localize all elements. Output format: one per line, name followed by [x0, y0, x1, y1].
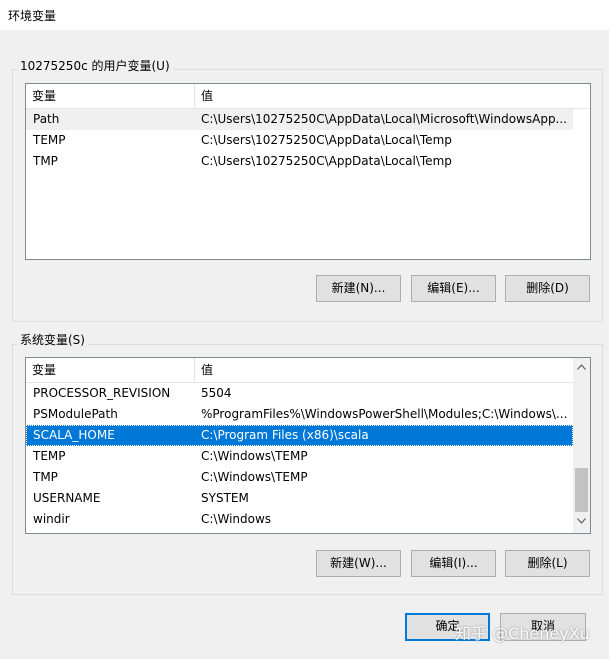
var-value: C:\Users\10275250C\AppData\Local\Microso…	[201, 112, 567, 126]
dialog-body: 10275250c 的用户变量(U) 变量 值 Path C:\Users\10…	[0, 30, 609, 659]
var-value: C:\Windows	[201, 512, 272, 526]
list-item[interactable]: TMP C:\Users\10275250C\AppData\Local\Tem…	[26, 151, 573, 172]
user-vars-label: 10275250c 的用户变量(U)	[17, 57, 173, 74]
list-item[interactable]: USERNAME SYSTEM	[26, 488, 573, 509]
system-vars-header: 变量 值	[26, 358, 590, 383]
var-name: windir	[33, 512, 70, 526]
list-item-selected[interactable]: SCALA_HOME C:\Program Files (x86)\scala	[26, 425, 573, 446]
list-item[interactable]: TEMP C:\Users\10275250C\AppData\Local\Te…	[26, 130, 573, 151]
user-new-button[interactable]: 新建(N)...	[316, 275, 401, 302]
system-vars-list[interactable]: 变量 值 PROCESSOR_REVISION 5504 PSModulePat…	[25, 357, 591, 534]
var-value: C:\Windows\TEMP	[201, 449, 308, 463]
column-header-name[interactable]: 变量	[26, 358, 195, 382]
var-value: 5504	[201, 386, 232, 400]
list-item[interactable]: PROCESSOR_REVISION 5504	[26, 383, 573, 404]
system-delete-button[interactable]: 删除(L)	[505, 550, 590, 577]
watermark: 知乎 @CheneyXu	[455, 624, 590, 643]
list-item[interactable]: Path C:\Users\10275250C\AppData\Local\Mi…	[26, 109, 573, 130]
column-header-name[interactable]: 变量	[26, 84, 195, 108]
user-delete-button[interactable]: 删除(D)	[505, 275, 590, 302]
var-value: C:\Windows\TEMP	[201, 470, 308, 484]
scrollbar-thumb[interactable]	[575, 468, 588, 512]
user-edit-button[interactable]: 编辑(E)...	[411, 275, 496, 302]
var-value: %ProgramFiles%\WindowsPowerShell\Modules…	[201, 407, 568, 421]
window-title: 环境变量	[8, 9, 57, 23]
var-name: Path	[33, 112, 60, 126]
var-name: TMP	[33, 470, 58, 484]
vertical-scrollbar[interactable]	[573, 358, 590, 533]
system-vars-label: 系统变量(S)	[17, 331, 88, 348]
var-name: PSModulePath	[33, 407, 118, 421]
var-value: SYSTEM	[201, 491, 249, 505]
var-name: PROCESSOR_REVISION	[33, 386, 171, 400]
var-name: TEMP	[33, 449, 66, 463]
list-item[interactable]: PSModulePath %ProgramFiles%\WindowsPower…	[26, 404, 573, 425]
var-value: C:\Program Files (x86)\scala	[201, 428, 369, 442]
var-value: C:\Users\10275250C\AppData\Local\Temp	[201, 154, 452, 168]
list-item[interactable]: TMP C:\Windows\TEMP	[26, 467, 573, 488]
var-name: TMP	[33, 154, 58, 168]
chevron-up-icon[interactable]	[573, 360, 590, 377]
column-header-value[interactable]: 值	[195, 84, 575, 108]
system-edit-button[interactable]: 编辑(I)...	[411, 550, 496, 577]
var-name: USERNAME	[33, 491, 101, 505]
var-value: C:\Users\10275250C\AppData\Local\Temp	[201, 133, 452, 147]
title-bar[interactable]: 环境变量	[0, 0, 609, 30]
list-item[interactable]: windir C:\Windows	[26, 509, 573, 530]
var-name: SCALA_HOME	[33, 428, 115, 442]
user-vars-header: 变量 值	[26, 84, 590, 109]
var-name: TEMP	[33, 133, 66, 147]
list-item[interactable]: TEMP C:\Windows\TEMP	[26, 446, 573, 467]
chevron-down-icon[interactable]	[573, 514, 590, 531]
system-new-button[interactable]: 新建(W)...	[316, 550, 401, 577]
column-header-value[interactable]: 值	[195, 358, 573, 382]
user-vars-list[interactable]: 变量 值 Path C:\Users\10275250C\AppData\Loc…	[25, 83, 591, 260]
